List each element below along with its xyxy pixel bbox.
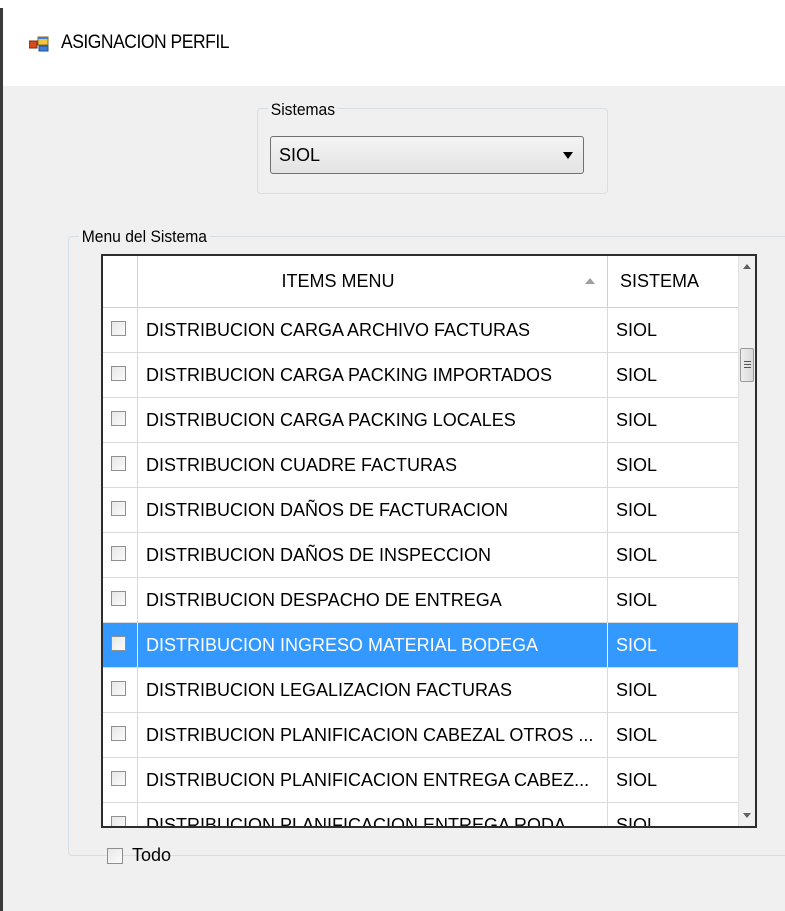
todo-checkbox[interactable] (107, 848, 123, 864)
row-checkbox[interactable] (111, 726, 126, 741)
sistema-cell: SIOL (616, 680, 658, 700)
column-header-items-menu[interactable]: ITEMS MENU (138, 256, 608, 307)
item-menu-cell: DISTRIBUCION INGRESO MATERIAL BODEGA (146, 635, 539, 655)
row-checkbox[interactable] (111, 411, 126, 426)
table-row[interactable]: DISTRIBUCION CUADRE FACTURAS SIOL (103, 443, 738, 488)
grip-line (744, 361, 751, 362)
table-row[interactable]: DISTRIBUCION LEGALIZACION FACTURAS SIOL (103, 668, 738, 713)
item-menu-cell: DISTRIBUCION DESPACHO DE ENTREGA (146, 590, 502, 610)
menu-items-grid[interactable]: ITEMS MENU SISTEMA DISTRIBUCION CARGA AR… (101, 254, 757, 828)
item-menu-cell: DISTRIBUCION LEGALIZACION FACTURAS (146, 680, 513, 700)
column-header-sistema[interactable]: SISTEMA (608, 256, 738, 307)
item-menu-cell: DISTRIBUCION DAÑOS DE INSPECCION (146, 545, 492, 565)
item-menu-cell: DISTRIBUCION CARGA PACKING LOCALES (146, 410, 516, 430)
row-checkbox[interactable] (111, 546, 126, 561)
sistema-cell: SIOL (616, 455, 658, 475)
column-header-items-menu-label: ITEMS MENU (281, 271, 395, 291)
sistema-cell: SIOL (616, 590, 658, 610)
item-menu-cell: DISTRIBUCION DAÑOS DE FACTURACION (146, 500, 509, 520)
item-menu-cell: DISTRIBUCION PLANIFICACION CABEZAL OTROS… (146, 725, 594, 745)
table-row[interactable]: DISTRIBUCION PLANIFICACION CABEZAL OTROS… (103, 713, 738, 758)
scrollbar-thumb[interactable] (740, 348, 754, 382)
sistema-cell: SIOL (616, 635, 658, 655)
grid-header-corner (103, 256, 138, 307)
sistema-cell: SIOL (616, 770, 658, 790)
sistema-cell: SIOL (616, 365, 658, 385)
vertical-scrollbar[interactable] (738, 256, 755, 826)
row-checkbox[interactable] (111, 321, 126, 336)
table-row[interactable]: DISTRIBUCION DESPACHO DE ENTREGA SIOL (103, 578, 738, 623)
item-menu-cell: DISTRIBUCION CARGA PACKING IMPORTADOS (146, 365, 553, 385)
scroll-up-arrow-icon[interactable] (743, 264, 751, 269)
row-checkbox[interactable] (111, 771, 126, 786)
table-row[interactable]: DISTRIBUCION DAÑOS DE INSPECCION SIOL (103, 533, 738, 578)
row-checkbox[interactable] (111, 456, 126, 471)
sistema-cell: SIOL (616, 545, 658, 565)
table-row[interactable]: DISTRIBUCION PLANIFICACION ENTREGA RODA.… (103, 803, 738, 828)
sistema-cell: SIOL (616, 725, 658, 745)
app-window-icon (29, 36, 49, 52)
item-menu-cell: DISTRIBUCION CUADRE FACTURAS (146, 455, 458, 475)
table-row[interactable]: DISTRIBUCION INGRESO MATERIAL BODEGA SIO… (103, 623, 738, 668)
title-bar[interactable]: ASIGNACION PERFIL (3, 0, 785, 86)
scroll-down-arrow-icon[interactable] (743, 813, 751, 818)
sistema-cell: SIOL (616, 500, 658, 520)
sistemas-dropdown[interactable]: SIOL (270, 136, 584, 174)
row-checkbox[interactable] (111, 501, 126, 516)
sistemas-selected-value: SIOL (279, 145, 321, 165)
sistema-cell: SIOL (616, 320, 658, 340)
row-checkbox[interactable] (111, 681, 126, 696)
sort-ascending-icon (585, 278, 595, 284)
table-row[interactable]: DISTRIBUCION CARGA ARCHIVO FACTURAS SIOL (103, 308, 738, 353)
column-header-sistema-label: SISTEMA (620, 271, 700, 291)
row-checkbox[interactable] (111, 366, 126, 381)
row-checkbox[interactable] (111, 816, 126, 826)
sistemas-group-label: Sistemas (268, 100, 338, 120)
item-menu-cell: DISTRIBUCION PLANIFICACION ENTREGA CABEZ… (146, 770, 590, 790)
sistema-cell: SIOL (616, 815, 658, 828)
grid-rows: DISTRIBUCION CARGA ARCHIVO FACTURAS SIOL… (103, 308, 738, 828)
grid-header: ITEMS MENU SISTEMA (103, 256, 738, 308)
table-row[interactable]: DISTRIBUCION PLANIFICACION ENTREGA CABEZ… (103, 758, 738, 803)
grip-line (744, 364, 751, 365)
item-menu-cell: DISTRIBUCION CARGA ARCHIVO FACTURAS (146, 320, 531, 340)
row-checkbox[interactable] (111, 591, 126, 606)
sistema-cell: SIOL (616, 410, 658, 430)
table-row[interactable]: DISTRIBUCION DAÑOS DE FACTURACION SIOL (103, 488, 738, 533)
row-checkbox[interactable] (111, 636, 126, 651)
table-row[interactable]: DISTRIBUCION CARGA PACKING LOCALES SIOL (103, 398, 738, 443)
dropdown-arrow-icon[interactable] (563, 152, 573, 159)
todo-label[interactable]: Todo (132, 845, 171, 866)
table-row[interactable]: DISTRIBUCION CARGA PACKING IMPORTADOS SI… (103, 353, 738, 398)
grip-line (744, 367, 751, 368)
window-title: ASIGNACION PERFIL (61, 32, 230, 53)
menu-sistema-group-label: Menu del Sistema (79, 227, 210, 247)
item-menu-cell: DISTRIBUCION PLANIFICACION ENTREGA RODA.… (146, 815, 582, 828)
